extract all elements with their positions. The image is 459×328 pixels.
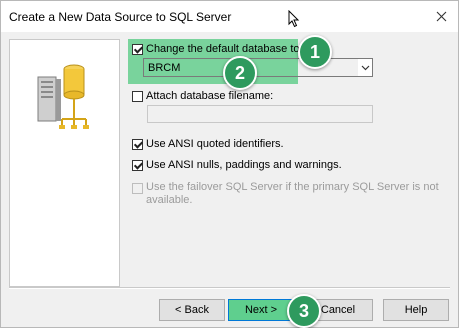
help-button[interactable]: Help — [383, 299, 449, 321]
attach-db-filename-input[interactable] — [147, 105, 373, 123]
mouse-cursor-icon — [288, 10, 300, 28]
attach-db-option[interactable]: Attach database filename: — [132, 90, 273, 102]
ansi-quoted-option[interactable]: Use ANSI quoted identifiers. — [132, 138, 284, 150]
failover-label-line1: Use the failover SQL Server if the prima… — [146, 181, 439, 193]
change-db-checkbox[interactable] — [132, 43, 143, 55]
ansi-nulls-option[interactable]: Use ANSI nulls, paddings and warnings. — [132, 159, 342, 171]
close-icon — [436, 11, 446, 21]
close-button[interactable] — [430, 5, 452, 27]
dialog-window: Create a New Data Source to SQL Server C… — [0, 0, 459, 328]
database-combobox[interactable]: BRCM — [143, 58, 373, 77]
back-button[interactable]: < Back — [159, 299, 225, 321]
title-bar: Create a New Data Source to SQL Server — [1, 1, 458, 32]
database-server-icon — [37, 64, 89, 129]
change-db-label: Change the default database to: — [146, 43, 303, 55]
dropdown-arrow[interactable] — [358, 59, 372, 76]
attach-db-label: Attach database filename: — [146, 90, 274, 102]
chevron-down-icon — [361, 65, 369, 70]
wizard-image-panel — [9, 39, 120, 287]
ansi-nulls-label: Use ANSI nulls, paddings and warnings. — [146, 159, 342, 171]
attach-db-checkbox[interactable] — [132, 90, 143, 102]
failover-option: Use the failover SQL Server if the prima… — [132, 181, 439, 207]
ansi-nulls-checkbox[interactable] — [132, 159, 143, 171]
failover-checkbox — [132, 183, 143, 194]
divider — [9, 287, 450, 289]
ansi-quoted-checkbox[interactable] — [132, 138, 143, 150]
next-button[interactable]: Next > — [228, 299, 294, 321]
failover-label: Use the failover SQL Server if the prima… — [146, 181, 439, 207]
step-2-badge: 2 — [223, 56, 257, 90]
failover-label-line2: available. — [146, 194, 193, 206]
step-1-badge: 1 — [298, 35, 332, 69]
step-3-badge: 3 — [287, 294, 321, 328]
ansi-quoted-label: Use ANSI quoted identifiers. — [146, 138, 284, 150]
window-title: Create a New Data Source to SQL Server — [9, 10, 232, 24]
change-db-option[interactable]: Change the default database to: — [132, 43, 303, 55]
